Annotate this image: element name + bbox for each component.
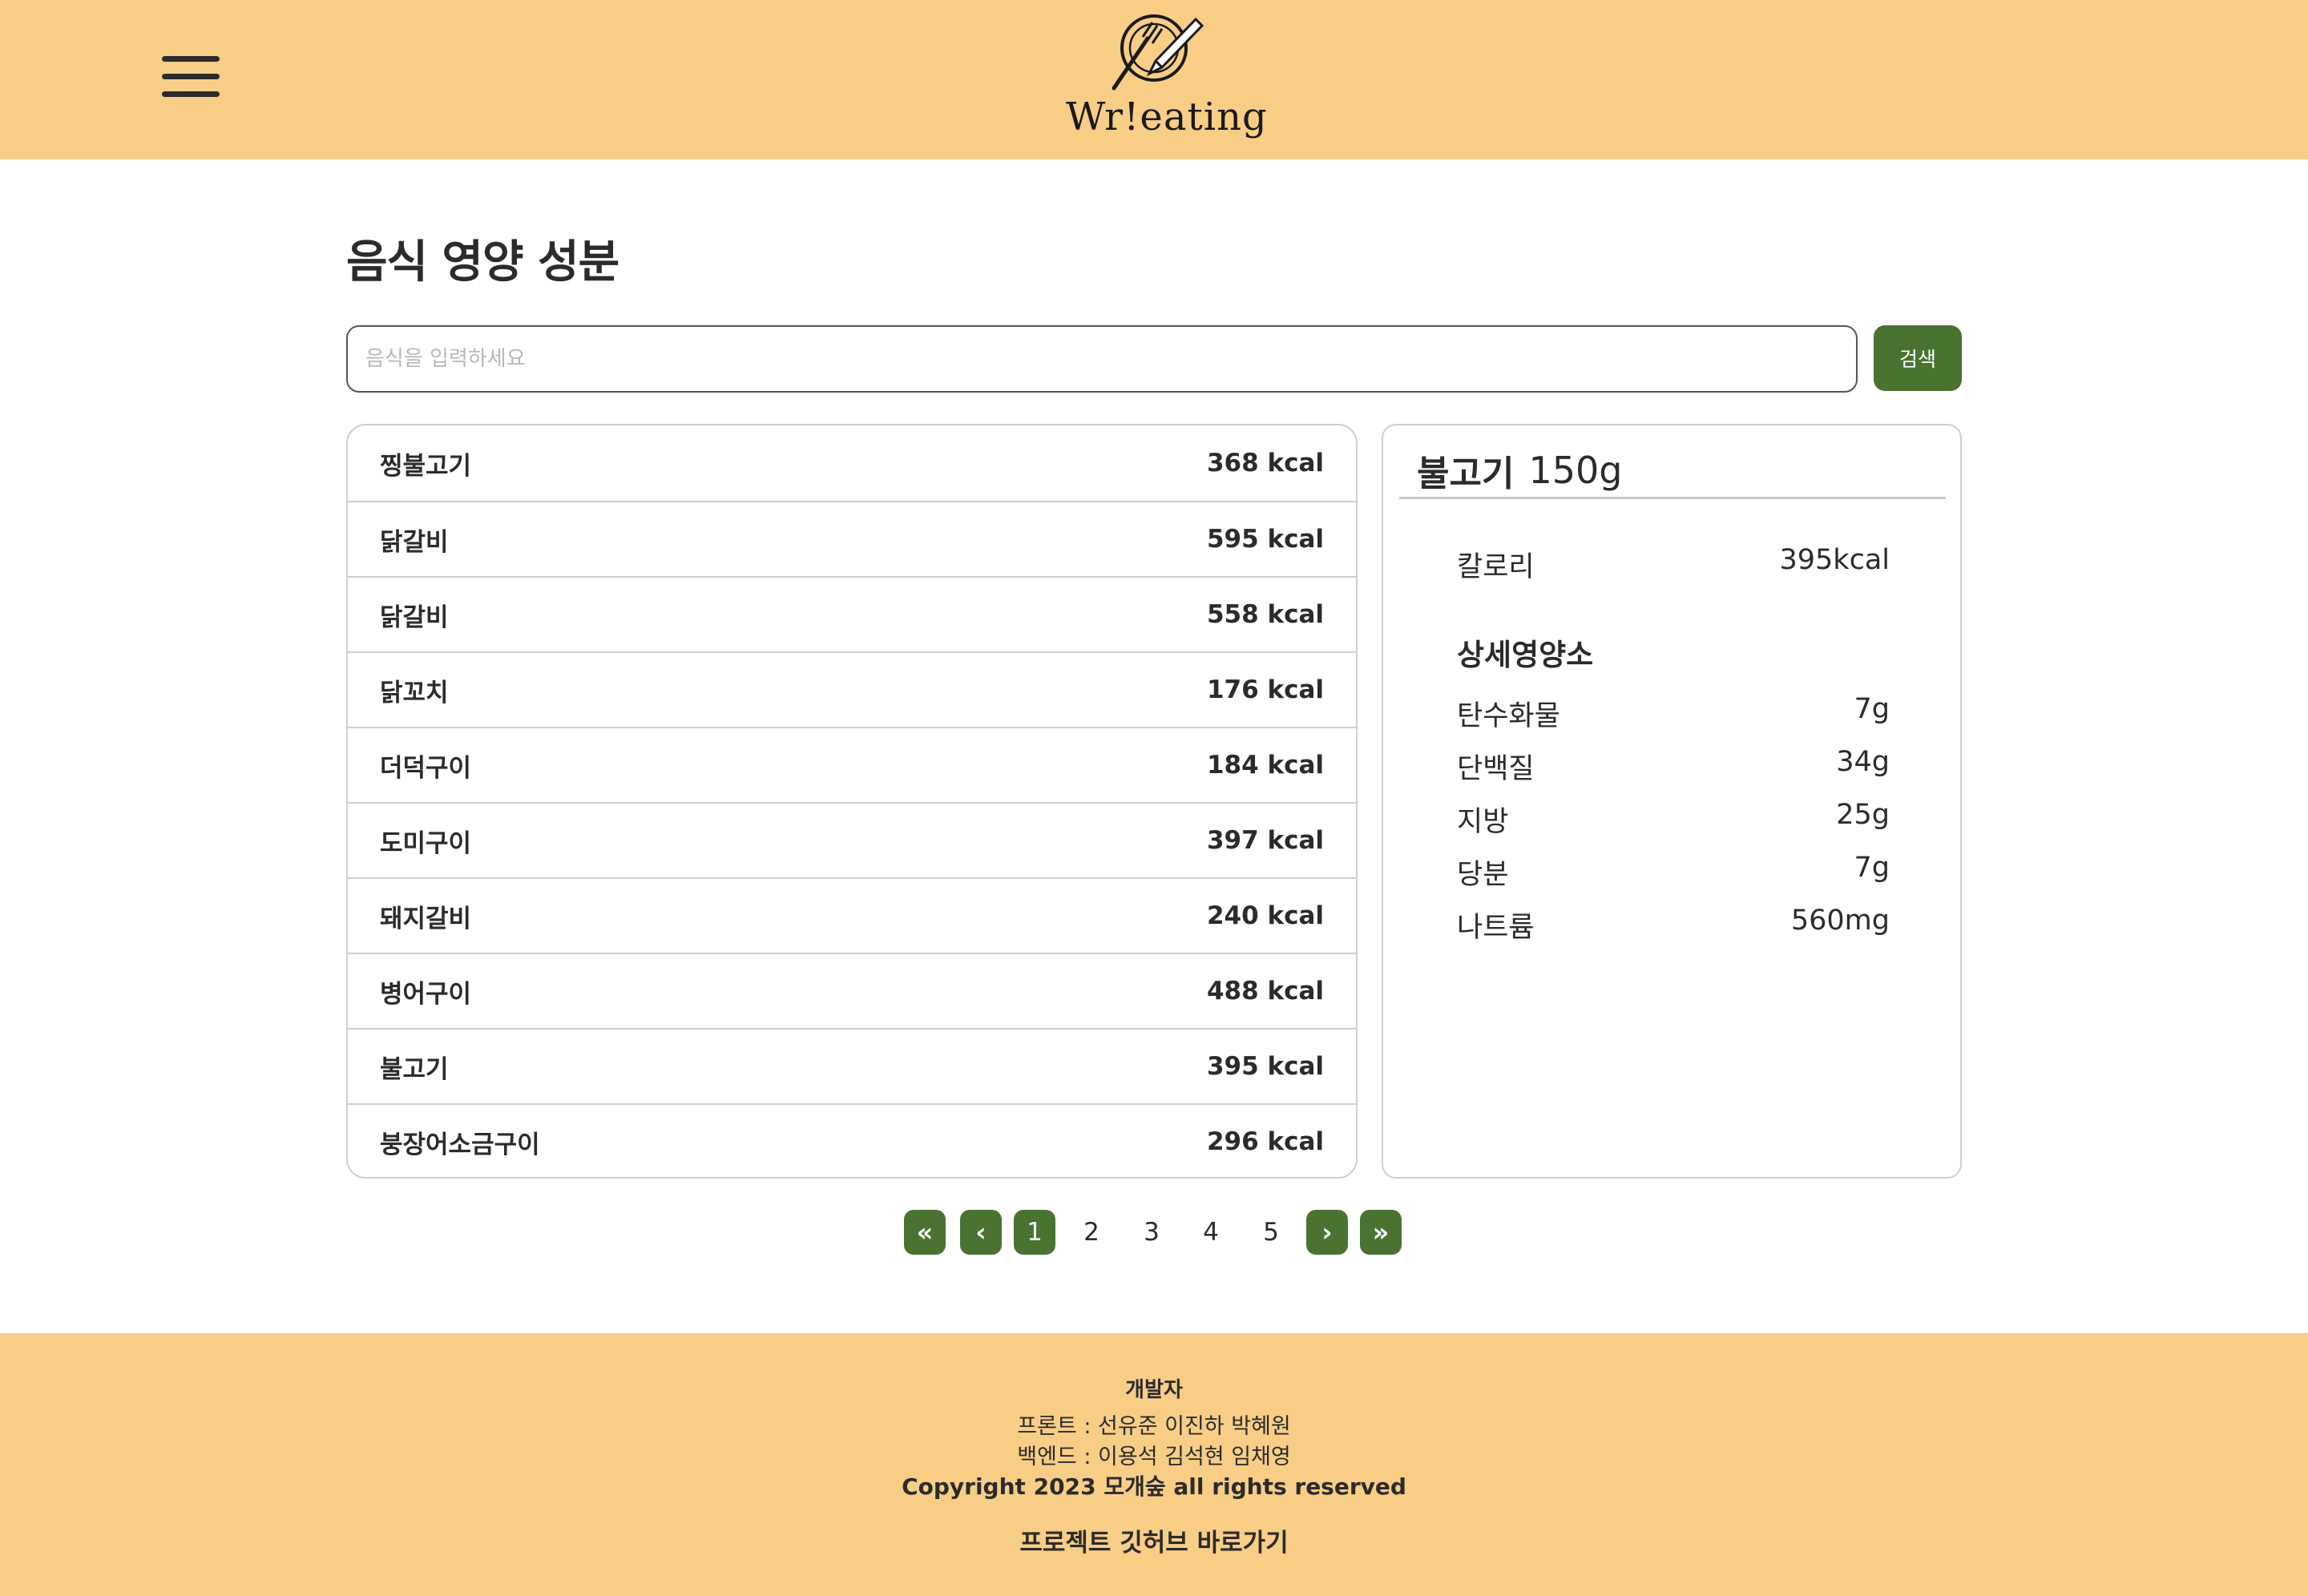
food-list-item[interactable]: 찡불고기 368 kcal — [348, 425, 1356, 501]
nutrient-value: 34g — [1836, 746, 1890, 778]
food-list-item[interactable]: 붕장어소금구이 296 kcal — [348, 1103, 1356, 1177]
menu-bar — [162, 91, 220, 97]
food-calorie: 176 kcal — [1206, 675, 1324, 704]
footer-copyright: Copyright 2023 모개숲 all rights reserved — [902, 1473, 1406, 1500]
footer-frontend-team: 프론트 : 선유준 이진하 박혜원 — [1017, 1414, 1291, 1439]
food-calorie: 240 kcal — [1206, 901, 1324, 930]
calorie-value: 395kcal — [1779, 544, 1890, 576]
food-name: 닭갈비 — [380, 603, 449, 632]
food-name: 닭갈비 — [380, 527, 449, 557]
header: Wr!eating — [0, 0, 2308, 159]
next-page-button[interactable]: › — [1306, 1210, 1348, 1255]
nutrient-value: 25g — [1836, 799, 1890, 831]
page-number[interactable]: 4 — [1190, 1210, 1232, 1255]
page-number[interactable]: 5 — [1250, 1210, 1292, 1255]
nutrient-value: 560mg — [1790, 905, 1890, 937]
food-name: 도미구이 — [380, 828, 472, 858]
plate-fork-pencil-icon — [1112, 14, 1204, 91]
nutrient-label: 탄수화물 — [1457, 700, 1560, 732]
search-input[interactable] — [346, 325, 1858, 393]
nutrient-row: 단백질 34g — [1457, 746, 1890, 787]
food-list-item[interactable]: 닭꼬치 176 kcal — [348, 651, 1356, 727]
food-list-item[interactable]: 닭갈비 595 kcal — [348, 501, 1356, 576]
search-button[interactable]: 검색 — [1874, 325, 1962, 391]
food-name: 찡불고기 — [380, 451, 472, 481]
nutrient-label: 지방 — [1457, 806, 1509, 838]
nutrient-row: 탄수화물 7g — [1457, 693, 1890, 734]
food-calorie: 488 kcal — [1206, 977, 1324, 1006]
nutrient-label: 당분 — [1457, 859, 1509, 891]
last-page-button[interactable]: » — [1360, 1210, 1402, 1255]
menu-bar — [162, 74, 220, 79]
food-calorie: 368 kcal — [1206, 449, 1324, 478]
food-calorie: 296 kcal — [1206, 1127, 1324, 1156]
nutrient-value: 7g — [1854, 693, 1890, 725]
food-name: 병어구이 — [380, 979, 472, 1009]
calorie-row: 칼로리 395kcal — [1457, 544, 1890, 585]
nutrient-row: 나트륨 560mg — [1457, 905, 1890, 945]
food-name: 더덕구이 — [380, 753, 472, 783]
prev-page-button[interactable]: ‹ — [960, 1210, 1002, 1255]
github-link[interactable]: 프로젝트 깃허브 바로가기 — [0, 1522, 2308, 1558]
detail-food-name: 불고기 — [1417, 453, 1515, 494]
food-list-item[interactable]: 불고기 395 kcal — [348, 1028, 1356, 1103]
food-calorie: 558 kcal — [1206, 600, 1324, 629]
page-title: 음식 영양 성분 — [346, 236, 619, 288]
footer-developers-heading: 개발자 — [1125, 1378, 1183, 1402]
hamburger-menu-icon[interactable] — [162, 56, 220, 98]
food-calorie: 595 kcal — [1206, 525, 1324, 554]
food-name: 불고기 — [380, 1054, 449, 1084]
food-list-item[interactable]: 도미구이 397 kcal — [348, 802, 1356, 877]
page-number-current[interactable]: 1 — [1014, 1210, 1055, 1255]
nutrient-section-title: 상세영양소 — [1457, 638, 1594, 672]
nutrition-detail-panel: 불고기 150g 칼로리 395kcal 상세영양소 탄수화물 7g 단백질 3… — [1382, 424, 1962, 1179]
nutrient-label: 나트륨 — [1457, 912, 1535, 944]
food-calorie: 397 kcal — [1206, 826, 1324, 855]
food-name: 돼지갈비 — [380, 904, 472, 933]
pagination: « ‹ 1 2 3 4 5 › » — [0, 1210, 2308, 1255]
food-calorie: 184 kcal — [1206, 751, 1324, 780]
food-list-item[interactable]: 돼지갈비 240 kcal — [348, 877, 1356, 953]
food-calorie: 395 kcal — [1206, 1052, 1324, 1081]
nutrient-value: 7g — [1854, 852, 1890, 884]
nutrient-row: 당분 7g — [1457, 852, 1890, 893]
food-list-item[interactable]: 더덕구이 184 kcal — [348, 727, 1356, 802]
page-number[interactable]: 3 — [1131, 1210, 1172, 1255]
nutrient-row: 지방 25g — [1457, 799, 1890, 840]
detail-header: 불고기 150g — [1399, 443, 1946, 499]
calorie-label: 칼로리 — [1457, 551, 1535, 583]
food-list-item[interactable]: 닭갈비 558 kcal — [348, 576, 1356, 651]
footer-backend-team: 백엔드 : 이용석 김석현 임채영 — [1017, 1445, 1291, 1469]
logo[interactable]: Wr!eating — [1066, 11, 1268, 143]
food-list: 찡불고기 368 kcal 닭갈비 595 kcal 닭갈비 558 kcal … — [346, 424, 1358, 1179]
logo-text: Wr!eating — [1066, 95, 1268, 139]
nutrient-label: 단백질 — [1457, 753, 1535, 785]
food-name: 닭꼬치 — [380, 678, 449, 707]
footer: 개발자 프론트 : 선유준 이진하 박혜원 백엔드 : 이용석 김석현 임채영 … — [0, 1333, 2308, 1596]
food-list-item[interactable]: 병어구이 488 kcal — [348, 953, 1356, 1028]
detail-serving-amount: 150g — [1528, 448, 1623, 492]
food-name: 붕장어소금구이 — [380, 1130, 540, 1159]
first-page-button[interactable]: « — [904, 1210, 946, 1255]
page-number[interactable]: 2 — [1071, 1210, 1112, 1255]
menu-bar — [162, 56, 220, 62]
